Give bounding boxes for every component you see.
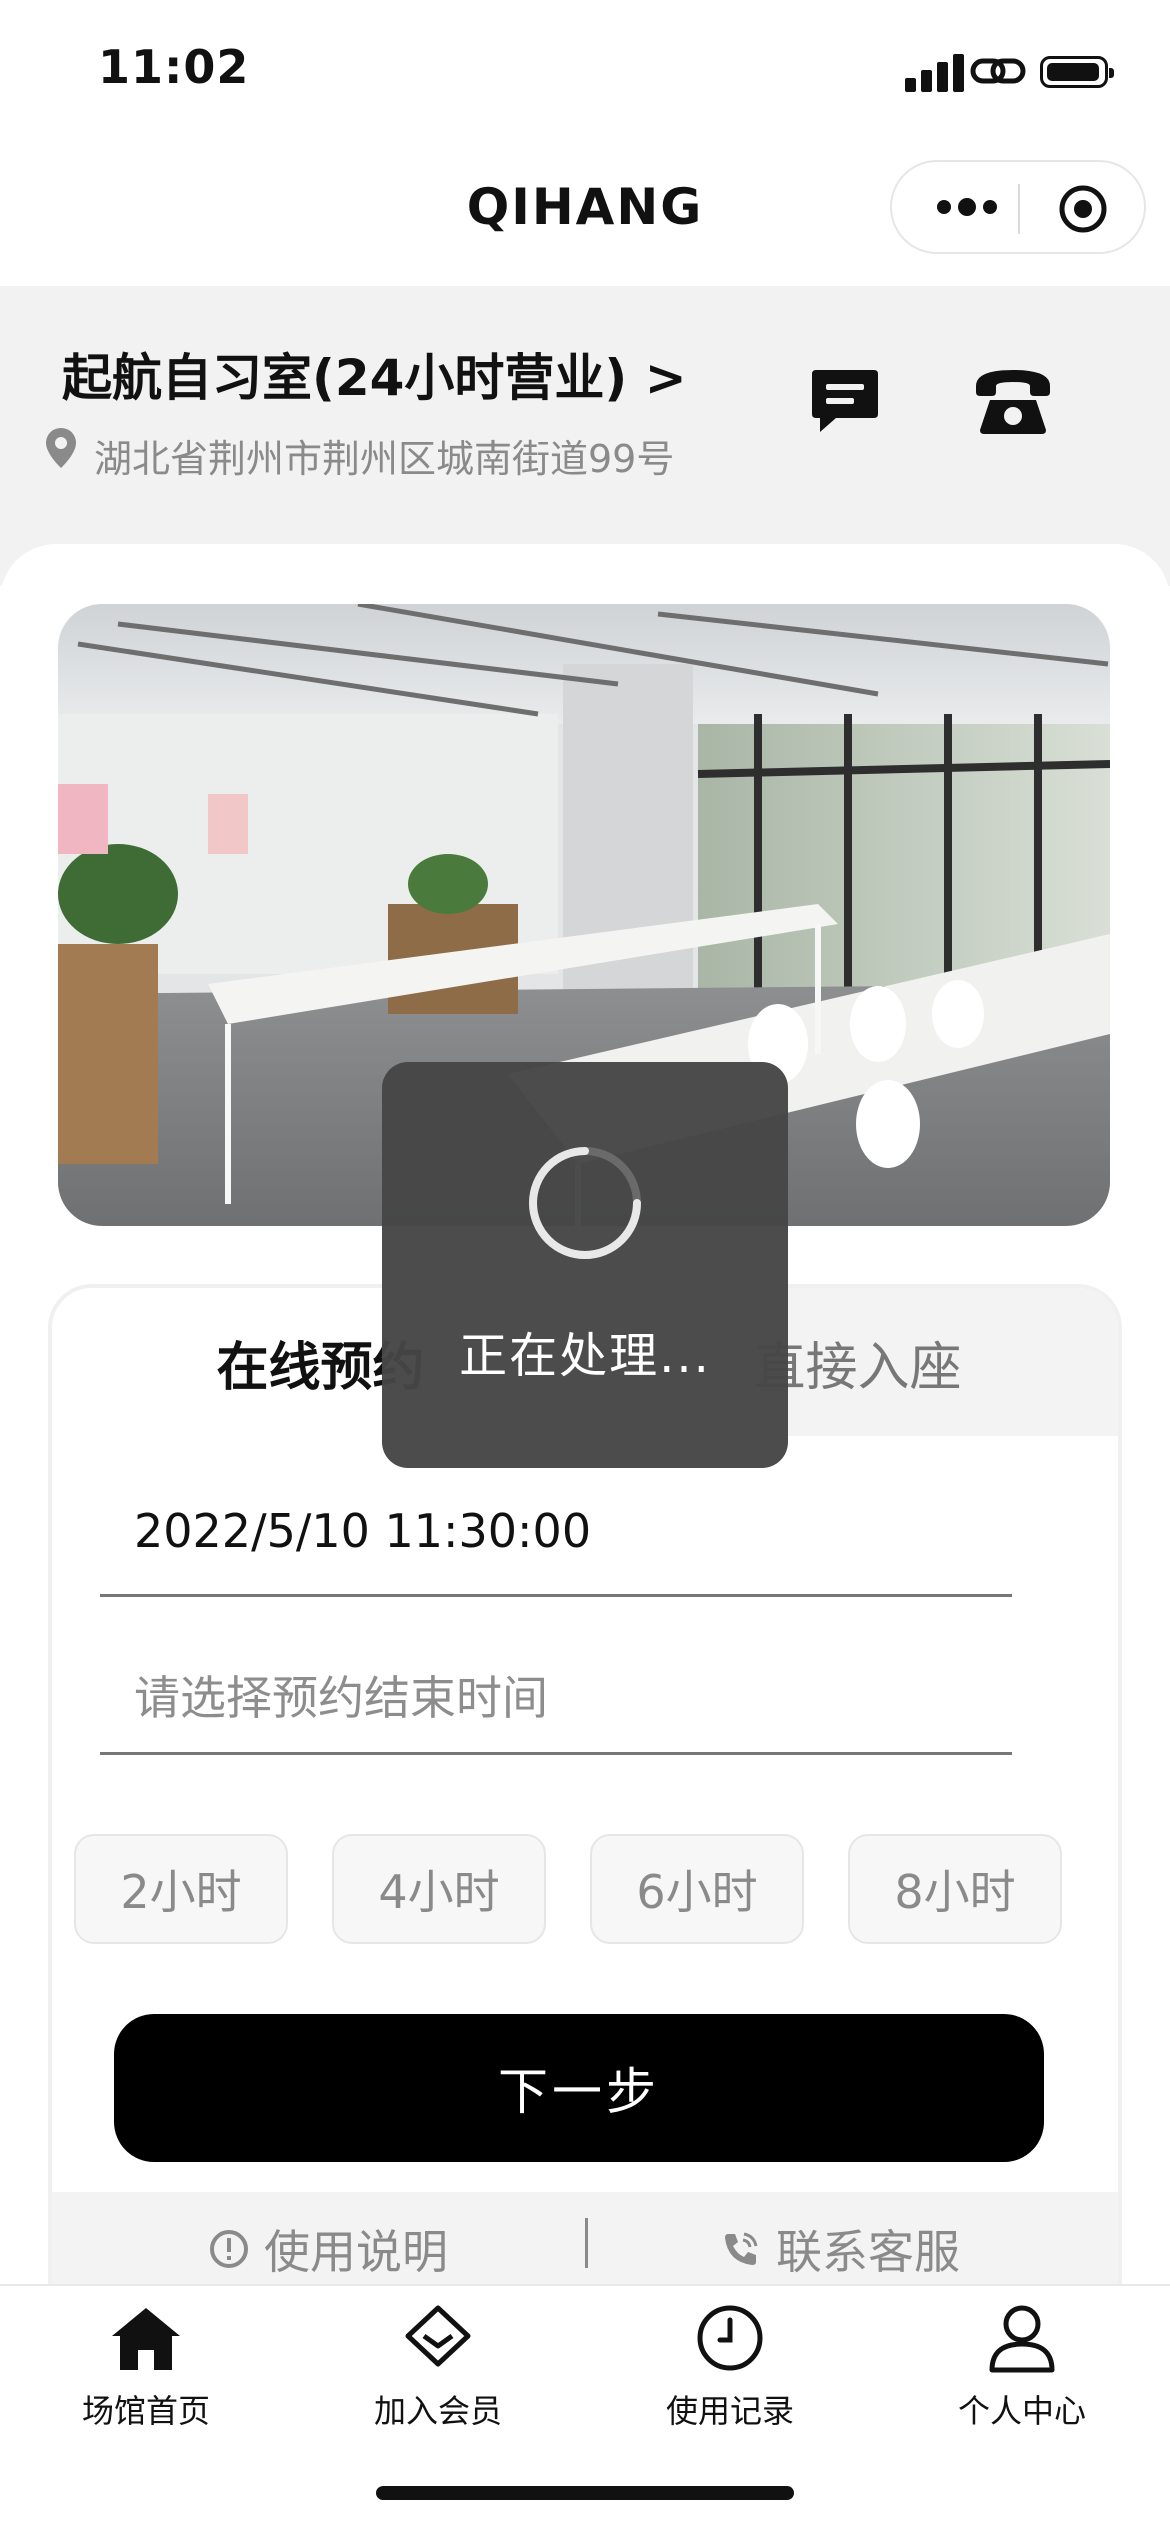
battery-icon (1040, 56, 1114, 88)
next-step-button[interactable]: 下一步 (114, 2014, 1044, 2162)
more-icon[interactable] (932, 192, 1002, 222)
clock-icon (697, 2305, 763, 2371)
help-links: 使用说明 联系客服 (52, 2192, 1118, 2290)
field-underline (100, 1752, 1012, 1755)
info-icon (210, 2230, 248, 2268)
end-time-field[interactable]: 请选择预约结束时间 (134, 1662, 548, 1728)
toast-message: 正在处理... (459, 1328, 711, 1384)
message-icon[interactable] (810, 366, 880, 436)
signal-icon (905, 52, 965, 92)
home-indicator (376, 2486, 794, 2500)
mini-program-capsule (890, 160, 1146, 254)
duration-8h-button[interactable]: 8小时 (848, 1834, 1062, 1944)
home-icon (112, 2308, 180, 2370)
tabbar-label: 使用记录 (665, 2392, 794, 2430)
tabbar-item-membership[interactable]: 加入会员 (292, 2302, 584, 2442)
tabbar-label: 个人中心 (957, 2392, 1086, 2430)
usage-instructions-link[interactable]: 使用说明 (208, 2216, 448, 2282)
tabbar-item-records[interactable]: 使用记录 (584, 2302, 876, 2442)
status-time: 11:02 (98, 40, 250, 94)
phone-icon[interactable] (974, 364, 1052, 436)
phone-call-icon (725, 2232, 758, 2265)
loading-toast: 正在处理... (382, 1062, 788, 1468)
venue-address: 湖北省荆州市荆州区城南街道99号 (94, 437, 675, 481)
diamond-icon (405, 2305, 471, 2367)
duration-2h-button[interactable]: 2小时 (74, 1834, 288, 1944)
tabbar-item-home[interactable]: 场馆首页 (0, 2302, 292, 2442)
start-time-field[interactable]: 2022/5/10 11:30:00 (134, 1504, 591, 1558)
tabbar-label: 场馆首页 (81, 2392, 210, 2430)
duration-4h-button[interactable]: 4小时 (332, 1834, 546, 1944)
field-underline (100, 1594, 1012, 1597)
close-target-icon[interactable] (1058, 184, 1108, 234)
duration-6h-button[interactable]: 6小时 (590, 1834, 804, 1944)
contact-link-label: 联系客服 (776, 2225, 960, 2279)
capsule-divider (1018, 184, 1020, 234)
user-icon (989, 2305, 1055, 2373)
loading-spinner-icon (529, 1147, 641, 1259)
links-divider (585, 2218, 588, 2268)
location-pin-icon (46, 428, 76, 468)
link-icon (970, 58, 1026, 84)
tabbar-item-profile[interactable]: 个人中心 (876, 2302, 1168, 2442)
contact-support-link[interactable]: 联系客服 (720, 2216, 960, 2282)
usage-link-label: 使用说明 (264, 2225, 448, 2279)
tabbar-label: 加入会员 (373, 2392, 502, 2430)
venue-name-link[interactable]: 起航自习室(24小时营业) > (62, 338, 687, 410)
